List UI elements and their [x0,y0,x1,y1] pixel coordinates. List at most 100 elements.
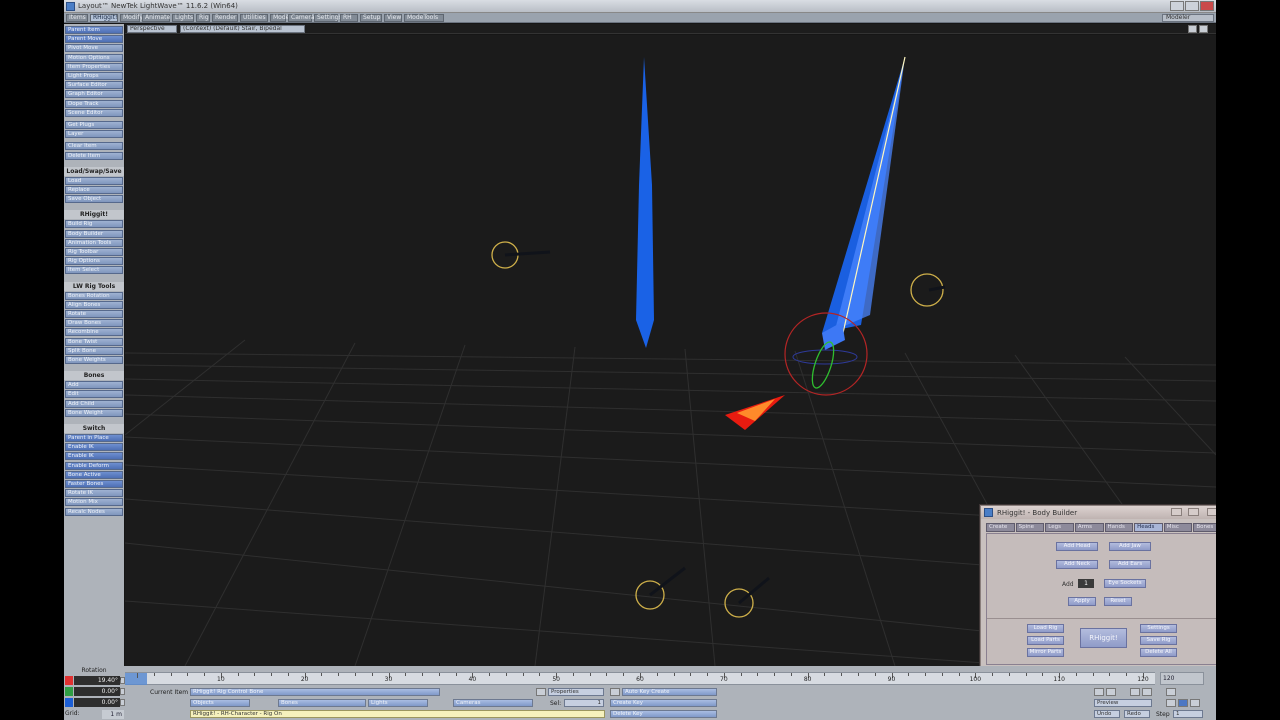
sidebar-item-edit[interactable]: Edit [65,390,123,399]
tab-modetools[interactable]: ModeTools [404,14,444,22]
sidebar-item-load[interactable]: Load [65,176,123,185]
panel-tab-create[interactable]: Create [986,523,1015,532]
add-ears-button[interactable]: Add Ears [1109,560,1151,569]
tab-modify[interactable]: Modify [120,14,143,22]
end-icon[interactable] [1166,688,1176,696]
sidebar-item-motion-options[interactable]: Motion Options [65,53,123,62]
reset-button[interactable]: Reset [1104,597,1132,606]
viewport-move-icon[interactable] [1188,25,1197,33]
step-forward-icon[interactable] [1130,688,1140,696]
lights-select-tab[interactable]: Lights [368,699,428,707]
settings-button[interactable]: Settings [1140,624,1177,633]
sidebar-item-rig-toolbar[interactable]: Rig Toolbar [65,248,123,256]
tab-settings[interactable]: Settings [314,14,342,22]
panel-tab-hands[interactable]: Hands [1104,523,1134,532]
preview-select[interactable]: Preview [1094,699,1152,707]
load-parts-button[interactable]: Load Parts [1027,636,1064,645]
maximize-icon[interactable] [1185,1,1199,11]
panel-maximize-icon[interactable] [1188,508,1199,516]
view-type-select[interactable]: Perspective [127,25,177,33]
sidebar-item-bone-twist[interactable]: Bone Twist [65,337,123,346]
undo-button[interactable]: Undo [1094,710,1120,718]
sidebar-item-parent-item[interactable]: Parent Item [65,26,123,34]
panel-tab-arms[interactable]: Arms [1074,523,1104,532]
sidebar-item-pivot-move[interactable]: Pivot Move [65,44,123,53]
step-field[interactable]: 1 [1173,710,1203,718]
panel-close-icon[interactable] [1207,508,1216,516]
tab-model[interactable]: Model [270,14,291,22]
step-back-icon[interactable] [1106,688,1116,696]
sidebar-item-add-child[interactable]: Add Child [65,399,123,408]
sidebar-item-scene-editor[interactable]: Scene Editor [65,108,123,117]
sidebar-item-delete-item[interactable]: Delete Item [65,151,123,160]
sidebar-item-rotate-ik[interactable]: Rotate IK [65,489,123,498]
add-jaw-button[interactable]: Add Jaw [1109,542,1151,551]
objects-select-tab[interactable]: Objects [190,699,250,707]
perspective-viewport[interactable]: RHiggit! - Body Builder Create Spine Legs A… [125,35,1216,666]
save-rig-button[interactable]: Save Rig [1140,636,1177,645]
null-circle-2[interactable] [910,273,944,307]
sidebar-item-rig-options[interactable]: Rig Options [65,257,123,266]
delete-all-button[interactable]: Delete All [1140,648,1177,657]
current-item-select[interactable]: RHiggit! Rig Control Bone [190,688,440,696]
sidebar-item-enable-ik[interactable]: Enable IK [65,443,123,452]
sidebar-item-save-object[interactable]: Save Object [65,195,123,204]
grid-size-field[interactable]: 1 m [102,710,124,719]
rotation-gizmo-heading[interactable] [792,349,858,365]
sidebar-item-graph-editor[interactable]: Graph Editor [65,90,123,99]
apply-button[interactable]: Apply [1068,597,1096,606]
item-prev-icon[interactable] [536,688,546,696]
sidebar-item-add[interactable]: Add [65,381,123,390]
pitch-reset-button[interactable] [120,688,125,695]
sidebar-item-build-rig[interactable]: Build Rig [65,220,123,229]
delete-key-button[interactable]: Delete Key [610,710,717,718]
sidebar-item-align-bones[interactable]: Align Bones [65,300,123,309]
bone-vertical[interactable] [636,57,654,348]
context-select[interactable]: (Context) (Default) Stair, Bipedal [180,25,305,33]
load-rig-button[interactable]: Load Rig [1027,624,1064,633]
tab-view[interactable]: View [384,14,402,22]
sidebar-item-faster-bones[interactable]: Faster Bones [65,480,123,488]
sidebar-item-parent-move[interactable]: Parent Move [65,35,123,44]
tab-rh[interactable]: RH [340,14,358,22]
loop-icon[interactable] [1190,699,1200,707]
sidebar-item-replace[interactable]: Replace [65,186,123,194]
sidebar-item-rotate[interactable]: Rotate [65,310,123,318]
sidebar-item-draw-bones[interactable]: Draw Bones [65,319,123,328]
rotation-gizmo-pitch[interactable] [808,340,838,391]
stop-icon[interactable] [1166,699,1176,707]
sidebar-item-layer[interactable]: Layer [65,130,123,139]
tab-utilities[interactable]: Utilities [240,14,268,22]
sidebar-item-light-props[interactable]: Light Props [65,72,123,80]
sidebar-item-dope-track[interactable]: Dope Track [65,99,123,108]
tab-lights[interactable]: Lights [172,14,194,22]
rhiggit-logo-button[interactable]: RHiggit! [1080,628,1127,648]
panel-tab-misc[interactable]: Misc [1163,523,1193,532]
end-frame-field[interactable]: 120 [1160,672,1204,685]
create-key-button[interactable]: Create Key [610,699,717,707]
sidebar-item-enable-deform[interactable]: Enable Deform [65,461,123,470]
pitch-field[interactable]: 0.00° [74,687,120,696]
tab-animate[interactable]: Animate [142,14,170,22]
sidebar-item-recombine[interactable]: Recombine [65,328,123,337]
tab-rig[interactable]: Rig [196,14,210,22]
mirror-parts-button[interactable]: Mirror Parts [1027,648,1064,657]
sidebar-item-surface-editor[interactable]: Surface Editor [65,81,123,90]
sidebar-item-item-select[interactable]: Item Select [65,266,123,275]
cameras-select-tab[interactable]: Cameras [453,699,533,707]
play-icon[interactable] [1178,699,1188,707]
sidebar-item-bone-active[interactable]: Bone Active [65,470,123,479]
viewport-zoom-icon[interactable] [1199,25,1208,33]
add-neck-button[interactable]: Add Neck [1056,560,1098,569]
tab-items[interactable]: Items [66,14,88,22]
auto-key-icon[interactable] [610,688,620,696]
panel-tab-legs[interactable]: Legs [1045,523,1074,532]
panel-tab-heads[interactable]: Heads [1134,523,1163,532]
redo-button[interactable]: Redo [1124,710,1150,718]
sidebar-item-motion-mix[interactable]: Motion Mix [65,498,123,507]
auto-key-select[interactable]: Auto Key Create [622,688,717,696]
sidebar-item-bone-weights[interactable]: Bone Weights [65,356,123,364]
sidebar-item-get-plugs[interactable]: Get Plugs [65,121,123,129]
timeline-slider[interactable]: 0 10 20 30 40 50 60 70 80 90 100 110 120 [117,672,1155,685]
sidebar-item-body-builder[interactable]: Body Builder [65,229,123,238]
